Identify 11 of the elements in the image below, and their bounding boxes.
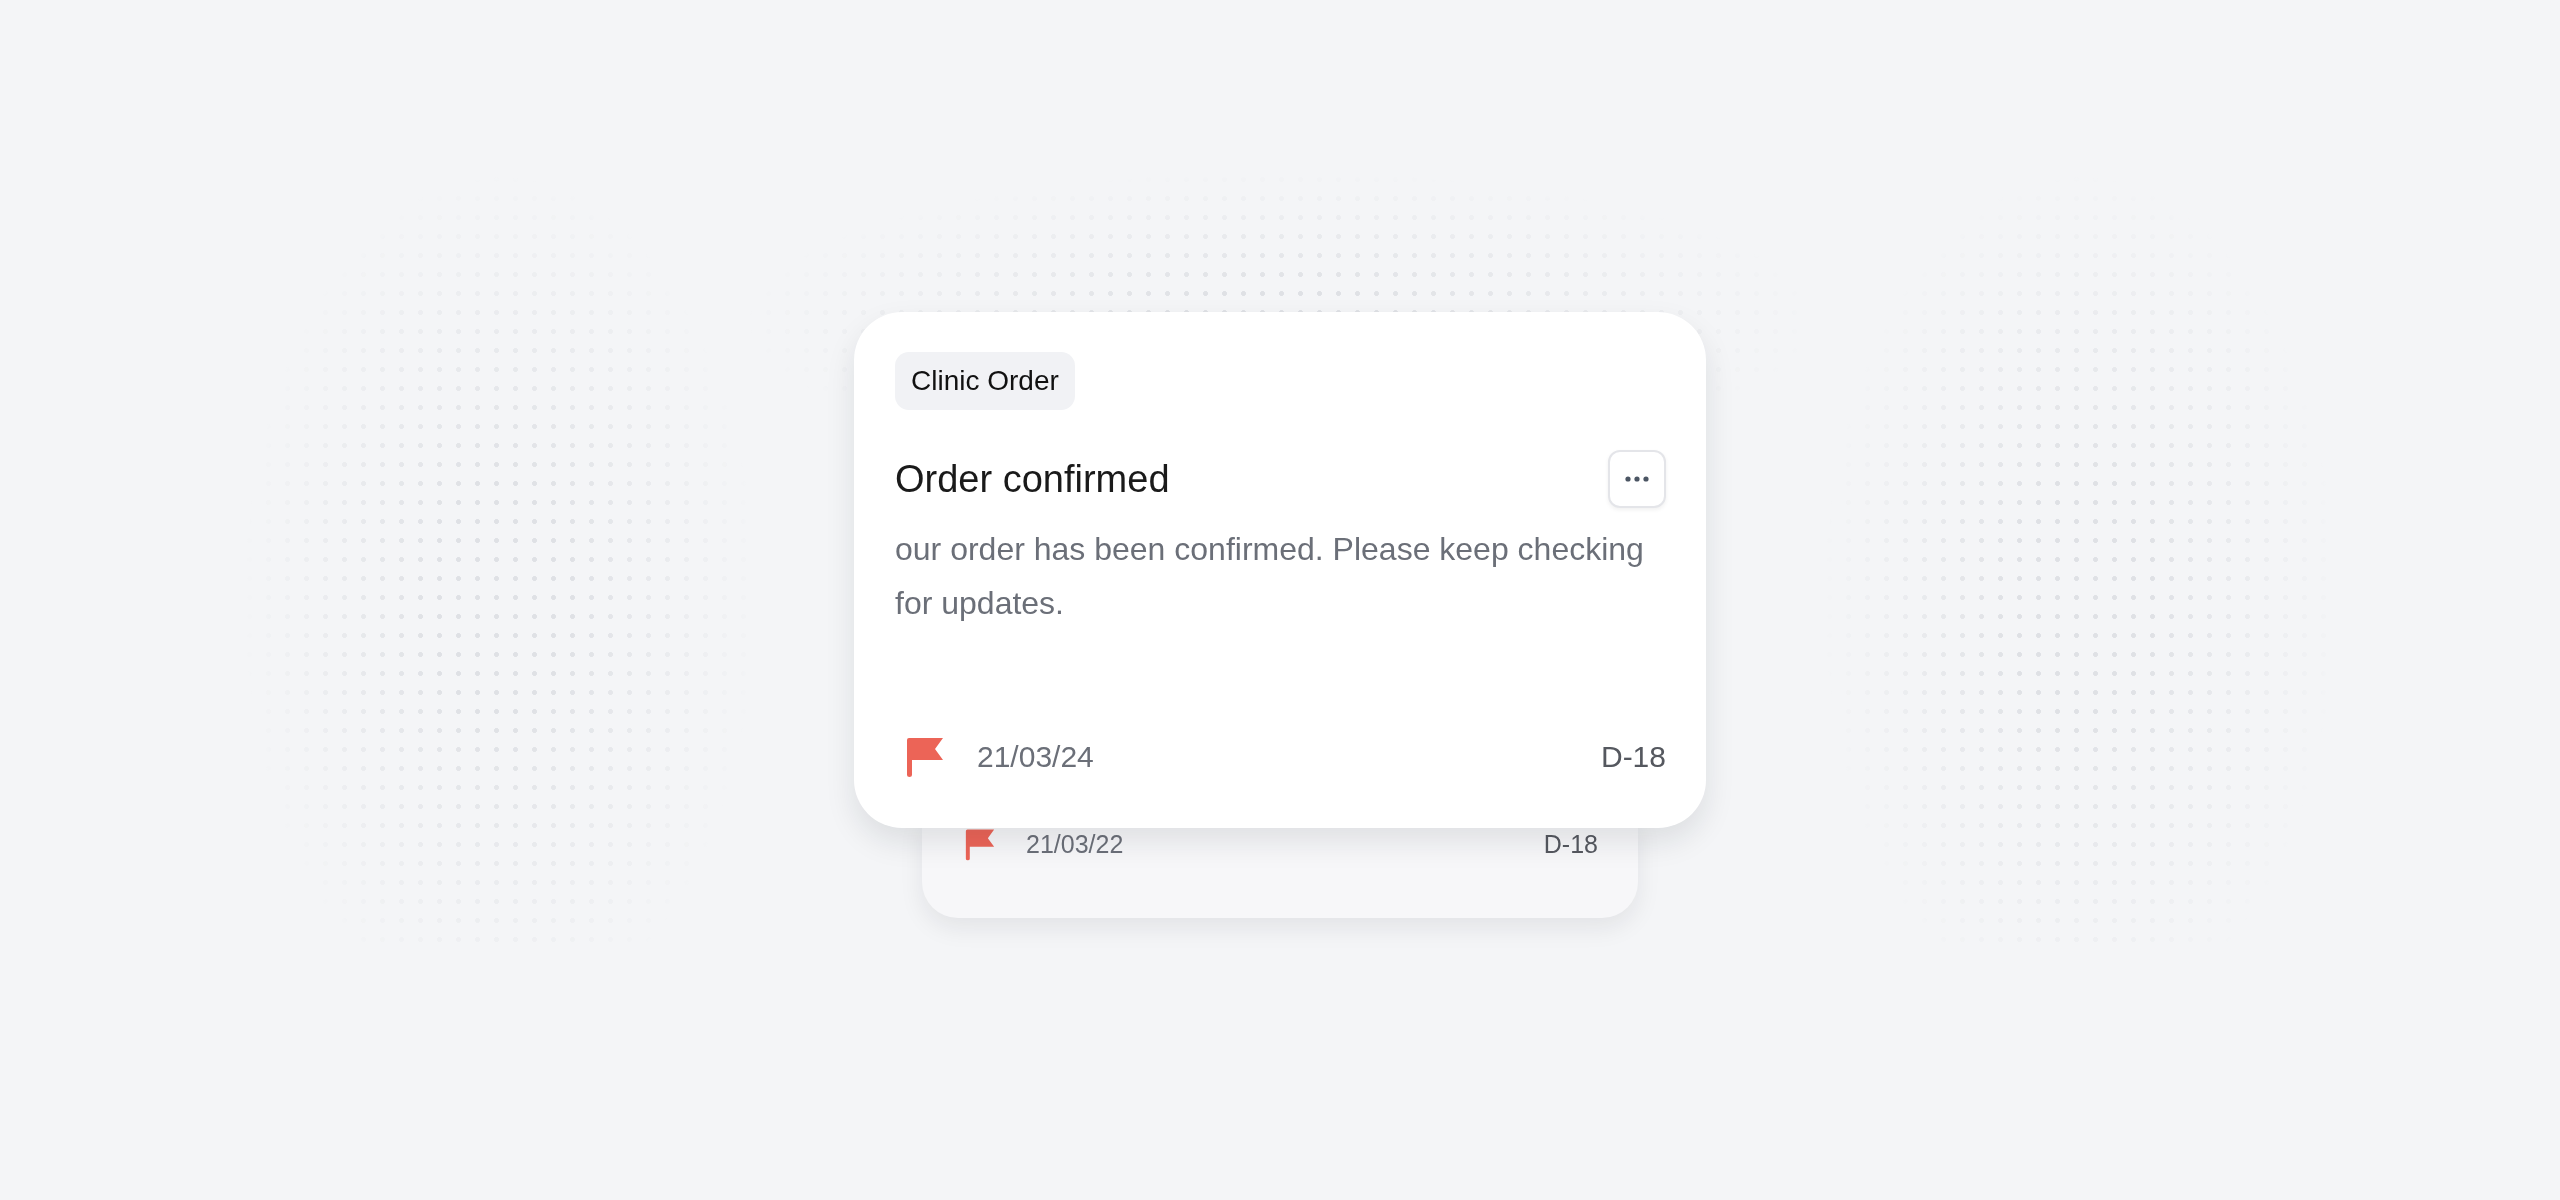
countdown-label: D-18 xyxy=(1600,740,1666,774)
due-date: 21/03/24 xyxy=(977,740,1094,774)
category-tag: Clinic Order xyxy=(895,352,1075,410)
due-date: 21/03/22 xyxy=(1026,830,1124,859)
card-message: our order has been confirmed. Please keep checking for updates. xyxy=(895,530,1645,623)
countdown-label: D-18 xyxy=(1543,830,1598,859)
more-button[interactable] xyxy=(1608,450,1666,508)
more-icon xyxy=(1625,476,1649,482)
flag-icon xyxy=(964,828,996,861)
card-title: Order confirmed xyxy=(895,457,1170,501)
flag-icon xyxy=(905,736,945,778)
